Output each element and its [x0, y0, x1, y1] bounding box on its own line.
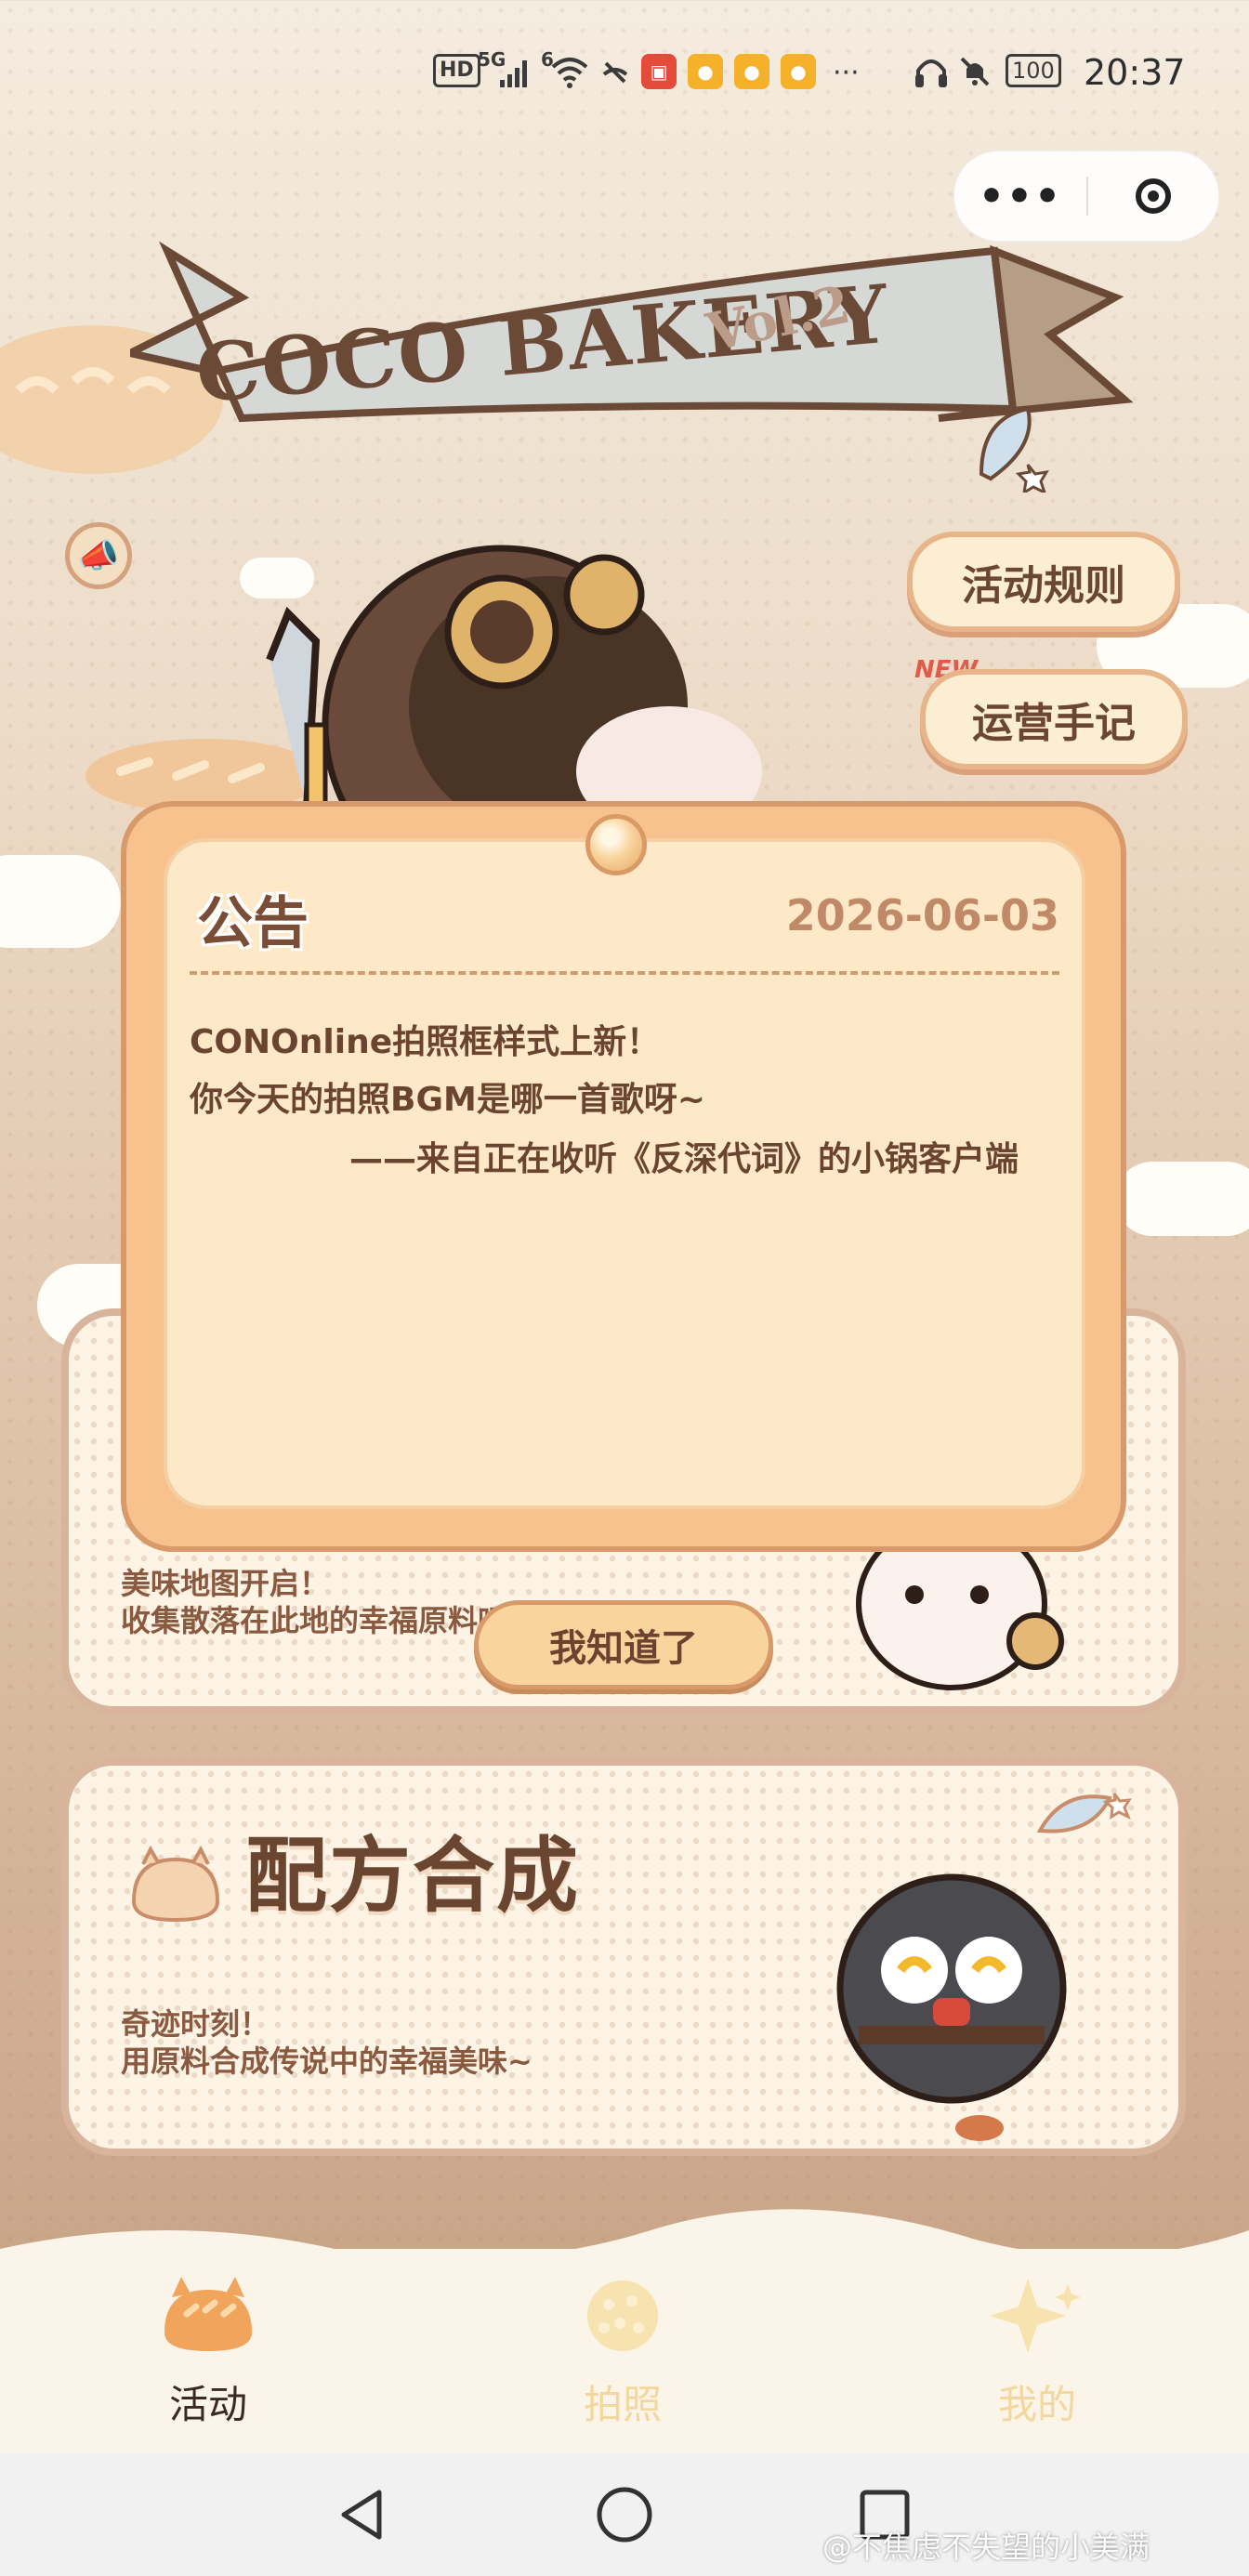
cloud-decoration	[0, 855, 121, 948]
home-circle-icon	[597, 2487, 652, 2543]
back-nav-button[interactable]	[336, 2487, 388, 2546]
battery-icon: 100	[1006, 54, 1061, 87]
recipe-card-line2: 用原料合成传说中的幸福美味~	[121, 2044, 532, 2079]
penguin-character-illustration	[803, 1831, 1100, 2149]
more-menu-button[interactable]: •••	[954, 173, 1086, 220]
clock-time: 20:37	[1084, 52, 1186, 93]
signal-icon	[498, 58, 532, 93]
feather-icon	[972, 400, 1056, 496]
recipe-card-title: 配方合成	[245, 1828, 581, 1924]
weibo-watermark: @不焦虑不失望的小美满	[822, 2530, 1150, 2565]
recipe-activity-card[interactable]: 配方合成 奇迹时刻！ 用原料合成传说中的幸福美味~	[61, 1758, 1186, 2156]
sparkle-star-icon	[990, 2279, 1081, 2353]
recipe-card-line1: 奇迹时刻！	[121, 2006, 270, 2042]
speaker-button[interactable]: 📣	[65, 522, 132, 589]
map-card-line1: 美味地图开启！	[121, 1566, 330, 1601]
megaphone-icon: 📣	[77, 537, 120, 575]
wifi-icon	[550, 56, 589, 93]
target-icon	[1136, 178, 1171, 214]
pin-icon	[585, 814, 647, 875]
acknowledge-button[interactable]: 我知道了	[474, 1600, 773, 1689]
announcement-line-1: CONOnline拍照框样式上新！	[190, 1023, 661, 1061]
status-bar: HD 5G 6 ▣ ● ● ● ··· 100 20:37	[0, 0, 1249, 139]
bread-icon	[125, 1845, 227, 1933]
home-nav-button[interactable]	[595, 2485, 654, 2548]
mute-bell-icon	[957, 54, 993, 93]
announcement-line-2: 你今天的拍照BGM是哪一首歌呀~	[190, 1081, 705, 1119]
close-miniprogram-button[interactable]	[1088, 178, 1218, 214]
hd-indicator: HD	[433, 54, 480, 87]
weibo-app-icon: ●	[734, 54, 769, 89]
headphones-icon	[913, 54, 950, 93]
cat-bread-icon	[164, 2277, 252, 2351]
no-signal-call-icon	[598, 56, 632, 93]
more-notifications-icon: ···	[833, 56, 860, 89]
weibo-app-icon: ●	[781, 54, 816, 89]
tab-activity-label: 活动	[168, 2382, 247, 2427]
back-triangle-icon	[341, 2490, 382, 2540]
huawei-app-icon: ▣	[641, 54, 677, 89]
cookie-icon	[587, 2280, 658, 2351]
rules-label: 活动规则	[962, 562, 1125, 610]
rules-button[interactable]: 活动规则	[907, 532, 1180, 632]
notes-label: 运营手记	[972, 700, 1136, 747]
tab-photo-label: 拍照	[583, 2382, 662, 2427]
miniprogram-capsule: •••	[953, 151, 1219, 242]
announcement-line-3: ——来自正在收听《反深代词》的小锅客户端	[349, 1140, 1019, 1178]
cloud-decoration	[1115, 1162, 1249, 1236]
dashed-divider	[190, 971, 1059, 975]
tab-mine-label: 我的	[997, 2382, 1076, 2427]
operation-notes-button[interactable]: 运营手记	[920, 669, 1188, 769]
tab-activity[interactable]: 活动	[106, 2277, 310, 2435]
weibo-app-icon: ●	[688, 54, 723, 89]
announcement-date: 2026-06-03	[785, 890, 1059, 940]
baker-character-illustration	[251, 511, 827, 905]
tab-mine[interactable]: 我的	[935, 2277, 1139, 2435]
tab-photo[interactable]: 拍照	[520, 2277, 725, 2435]
announcement-title: 公告	[197, 891, 309, 956]
